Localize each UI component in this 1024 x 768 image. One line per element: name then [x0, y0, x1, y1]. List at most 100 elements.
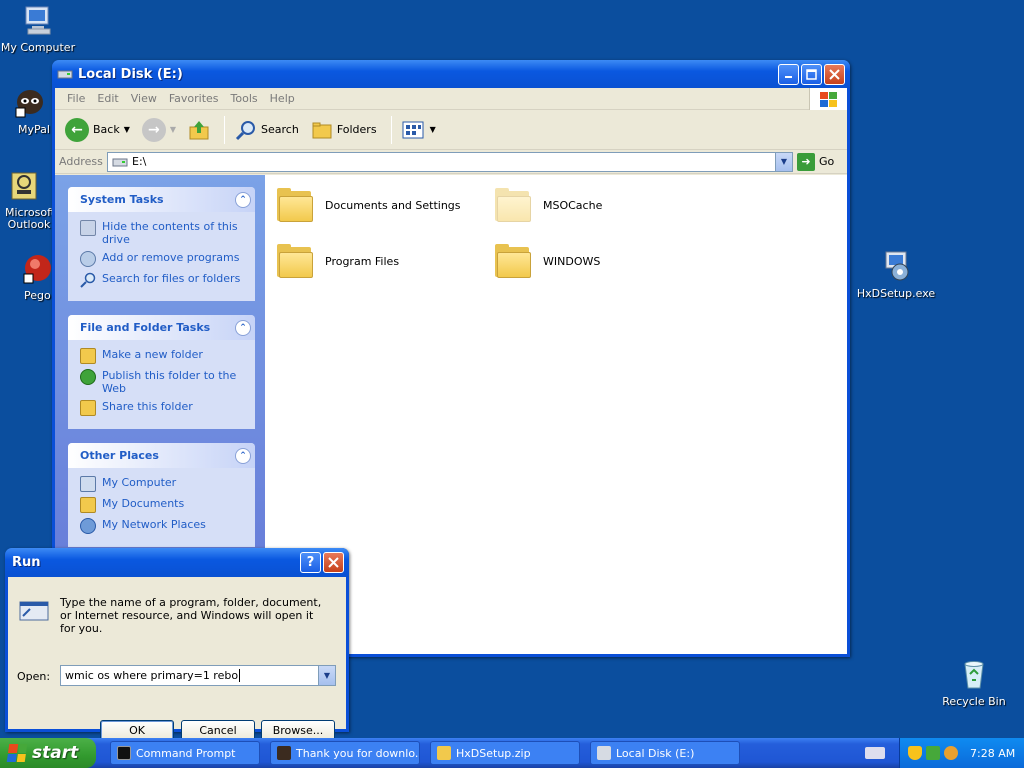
task-publish-web[interactable]: Publish this folder to the Web [80, 369, 247, 395]
desktop-icon-label: Recycle Bin [942, 695, 1006, 708]
folder-item[interactable]: MSOCache [493, 187, 602, 223]
file-folder-tasks-header[interactable]: File and Folder Tasks ⌃ [68, 315, 255, 340]
desktop-icon-outlook[interactable]: Microsoft Outlook [0, 168, 53, 231]
file-folder-tasks-panel: File and Folder Tasks ⌃ Make a new folde… [68, 315, 255, 429]
outlook-icon [6, 168, 42, 204]
task-label: Thank you for downlo... [296, 746, 420, 760]
desktop-icon-my-computer[interactable]: My Computer [0, 2, 78, 54]
chevron-down-icon: ▼ [123, 125, 130, 134]
new-folder-icon [80, 348, 96, 364]
keyboard-icon[interactable] [865, 747, 885, 759]
task-add-remove-programs[interactable]: Add or remove programs [80, 251, 247, 267]
menu-favorites[interactable]: Favorites [163, 90, 225, 107]
toolbar-separator [224, 115, 226, 144]
dialog-title: Run [12, 555, 41, 570]
window-title: Local Disk (E:) [78, 66, 183, 82]
maximize-button[interactable] [801, 63, 822, 85]
cmd-icon [117, 746, 131, 760]
menu-file[interactable]: File [61, 90, 91, 107]
minimize-button[interactable] [778, 63, 799, 85]
desktop-icon-recycle-bin[interactable]: Recycle Bin [934, 656, 1014, 708]
run-dialog: Run ? Type the name of a program, folder… [5, 548, 349, 741]
place-label: My Computer [102, 476, 177, 489]
task-hide-contents[interactable]: Hide the contents of this drive [80, 220, 247, 246]
chevron-down-icon[interactable]: ▼ [318, 666, 335, 685]
taskbar-item-command-prompt[interactable]: Command Prompt [110, 741, 260, 765]
chevron-down-icon: ▼ [429, 125, 436, 134]
minimize-icon [784, 76, 792, 78]
folder-icon [493, 187, 533, 223]
up-button[interactable] [184, 116, 214, 144]
taskbar-item-local-disk[interactable]: Local Disk (E:) [590, 741, 740, 765]
setup-icon [878, 248, 914, 284]
desktop-icon-hxdsetup[interactable]: HxDSetup.exe [856, 248, 936, 300]
folder-item[interactable]: Program Files [275, 243, 399, 279]
network-icon [80, 518, 96, 534]
close-button[interactable] [824, 63, 845, 85]
task-label: Command Prompt [136, 746, 236, 760]
go-label: Go [819, 155, 835, 168]
taskbar: start Command Prompt Thank you for downl… [0, 738, 1024, 768]
help-icon: ? [306, 555, 315, 570]
start-button[interactable]: start [0, 738, 96, 768]
task-label: Add or remove programs [102, 251, 240, 264]
run-titlebar[interactable]: Run ? [5, 548, 349, 577]
task-label: Hide the contents of this drive [102, 220, 238, 246]
file-list: Documents and Settings MSOCache Program … [265, 175, 847, 654]
collapse-chevron-icon[interactable]: ⌃ [235, 447, 251, 464]
clock[interactable]: 7:28 AM [970, 747, 1015, 760]
collapse-chevron-icon[interactable]: ⌃ [235, 191, 251, 208]
folders-button[interactable]: Folders [307, 117, 381, 143]
address-bar: Address E:\ ▼ ➜ Go [55, 150, 847, 174]
task-label: Make a new folder [102, 348, 203, 361]
task-share-folder[interactable]: Share this folder [80, 400, 247, 416]
system-tasks-panel: System Tasks ⌃ Hide the contents of this… [68, 187, 255, 301]
views-button[interactable]: ▼ [398, 117, 440, 143]
forward-button[interactable]: → ▼ [138, 115, 180, 145]
panel-title: File and Folder Tasks [80, 321, 211, 334]
taskbar-item-browser[interactable]: Thank you for downlo... [270, 741, 420, 765]
share-folder-icon [80, 400, 96, 416]
views-icon [402, 121, 424, 138]
system-tasks-header[interactable]: System Tasks ⌃ [68, 187, 255, 212]
explorer-titlebar[interactable]: Local Disk (E:) [52, 60, 850, 88]
help-button[interactable]: ? [300, 552, 321, 573]
menu-tools[interactable]: Tools [225, 90, 264, 107]
place-my-computer[interactable]: My Computer [80, 476, 247, 492]
close-button[interactable] [323, 552, 344, 573]
shield-icon[interactable] [908, 746, 922, 760]
globe-icon [80, 369, 96, 385]
open-input[interactable]: wmic os where primary=1 rebo ▼ [60, 665, 336, 686]
folder-item[interactable]: Documents and Settings [275, 187, 461, 223]
menu-help[interactable]: Help [264, 90, 301, 107]
address-value: E:\ [132, 155, 147, 168]
task-search-files[interactable]: Search for files or folders [80, 272, 247, 288]
task-new-folder[interactable]: Make a new folder [80, 348, 247, 364]
place-my-network[interactable]: My Network Places [80, 518, 247, 534]
toolbar: ← Back ▼ → ▼ Search Folders ▼ [55, 110, 847, 150]
other-places-header[interactable]: Other Places ⌃ [68, 443, 255, 468]
address-field[interactable]: E:\ ▼ [107, 151, 793, 172]
back-label: Back [93, 123, 120, 136]
collapse-chevron-icon[interactable]: ⌃ [235, 319, 251, 336]
menu-edit[interactable]: Edit [91, 90, 124, 107]
folder-name: Documents and Settings [325, 198, 461, 212]
chevron-down-icon[interactable]: ▼ [775, 152, 792, 171]
network-icon[interactable] [926, 746, 940, 760]
folder-item[interactable]: WINDOWS [493, 243, 600, 279]
computer-icon [80, 476, 96, 492]
desktop-icon-label: Microsoft Outlook [5, 206, 53, 231]
windows-logo-icon [809, 88, 847, 110]
menu-view[interactable]: View [125, 90, 163, 107]
zip-folder-icon [437, 746, 451, 760]
run-icon [19, 601, 49, 621]
close-icon [829, 68, 840, 80]
taskbar-item-zip[interactable]: HxDSetup.zip [430, 741, 580, 765]
panel-title: System Tasks [80, 193, 164, 206]
place-my-documents[interactable]: My Documents [80, 497, 247, 513]
search-tray-icon[interactable] [944, 746, 958, 760]
go-button[interactable]: ➜ Go [797, 152, 843, 171]
search-button[interactable]: Search [231, 116, 303, 144]
back-button[interactable]: ← Back ▼ [61, 115, 134, 145]
folder-icon [493, 243, 533, 279]
